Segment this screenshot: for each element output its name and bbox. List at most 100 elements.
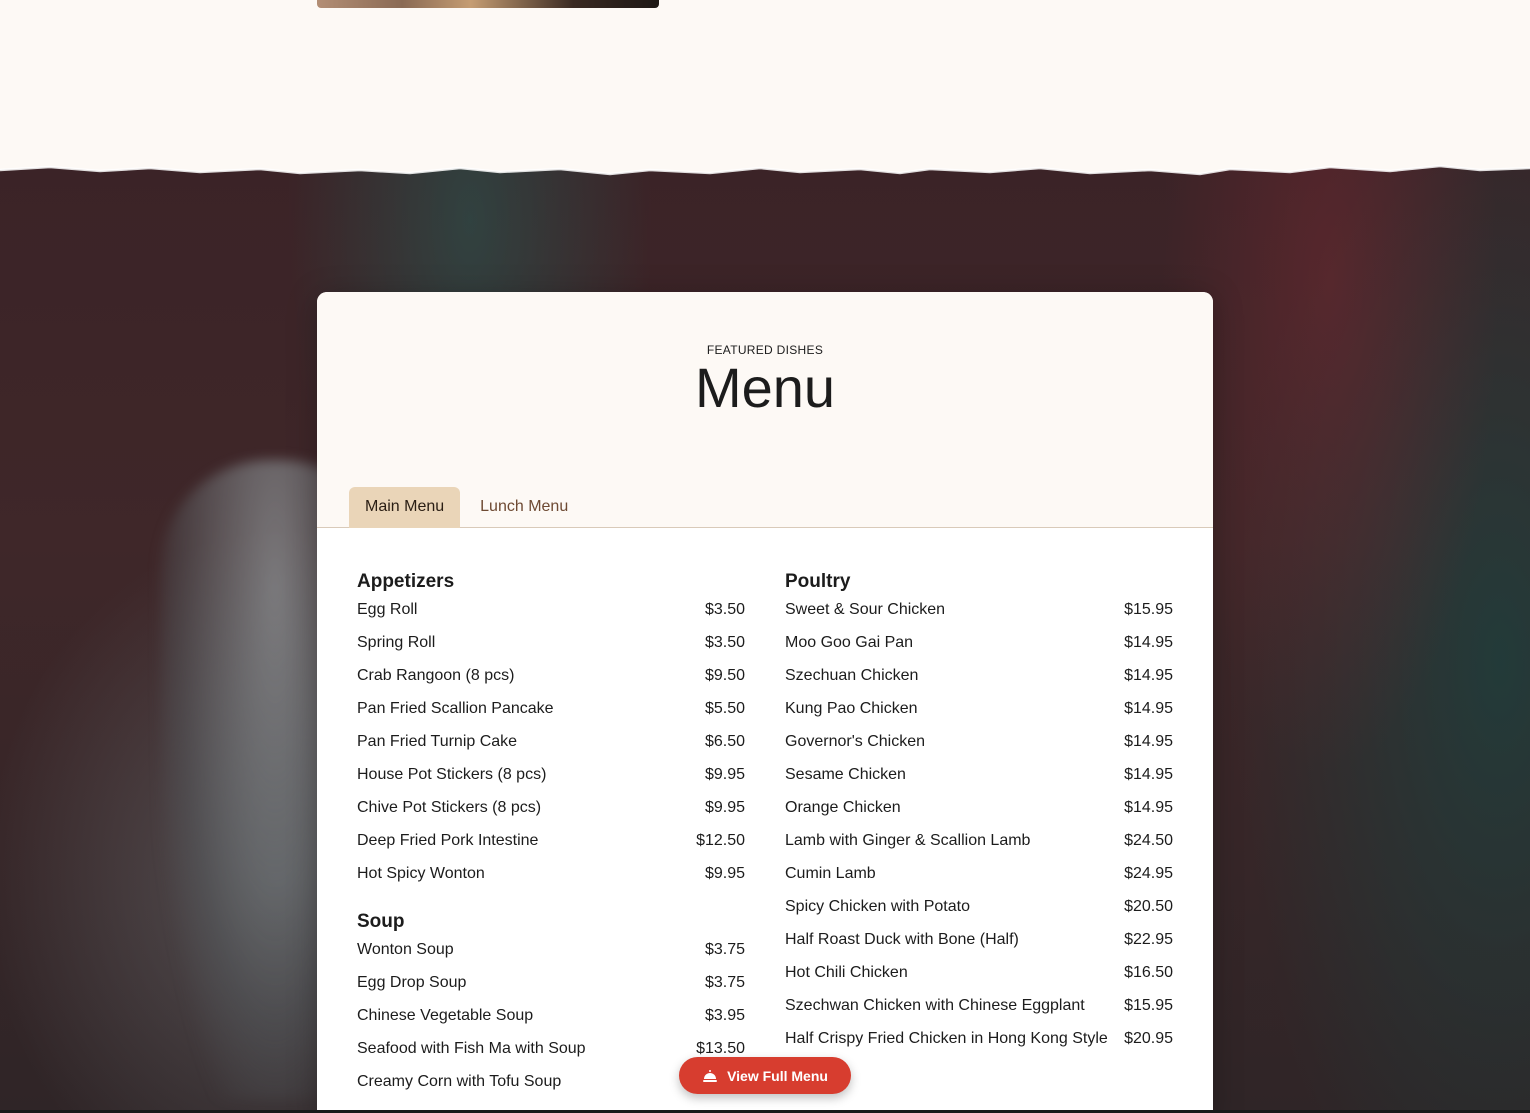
menu-item: House Pot Stickers (8 pcs) $9.95 [357,765,745,798]
menu-item-name: Orange Chicken [785,799,901,816]
menu-item-name: Governor's Chicken [785,733,925,750]
menu-item: Hot Spicy Wonton $9.95 [357,864,745,897]
menu-item-name: Chive Pot Stickers (8 pcs) [357,799,542,816]
menu-item-name: Hot Chili Chicken [785,964,908,981]
torn-paper-edge [0,160,1530,176]
food-photo [317,0,659,8]
menu-item: Hot Chili Chicken $16.50 [785,963,1173,996]
menu-item-price: $22.95 [1124,931,1173,948]
menu-item-price: $20.95 [1124,1030,1173,1047]
menu-item: Pan Fried Turnip Cake $6.50 [357,732,745,765]
menu-card-header: FEATURED DISHES Menu Main Menu Lunch Men… [317,292,1213,528]
menu-item-price: $14.95 [1124,700,1173,717]
menu-item-price: $3.75 [704,974,745,991]
menu-item-name: Deep Fried Pork Intestine [357,832,539,849]
menu-item-name: House Pot Stickers (8 pcs) [357,766,547,783]
menu-item: Egg Drop Soup $3.75 [357,973,745,1006]
menu-item-name: Hot Spicy Wonton [357,865,485,882]
menu-item-name: Chinese Vegetable Soup [357,1007,534,1024]
menu-item: Cumin Lamb $24.95 [785,864,1173,897]
menu-column-right: Poultry Sweet & Sour Chicken $15.95 Moo Goo… [785,570,1173,1113]
menu-tabs: Main Menu Lunch Menu [349,487,588,528]
menu-item-price: $9.95 [704,799,745,816]
menu-item: Crab Rangoon (8 pcs) $9.50 [357,666,745,699]
menu-item-name: Kung Pao Chicken [785,700,918,717]
menu-item-price: $16.50 [1124,964,1173,981]
menu-item-name: Creamy Corn with Tofu Soup [357,1073,562,1090]
menu-item-price: $14.95 [1124,667,1173,684]
tab-lunch-menu[interactable]: Lunch Menu [460,487,588,528]
section-eyebrow: FEATURED DISHES [706,343,824,357]
menu-item-name: Wonton Soup [357,941,454,958]
menu-item: Deep Fried Pork Intestine $12.50 [357,831,745,864]
menu-item-name: Szechuan Chicken [785,667,919,684]
category-title: Appetizers [357,571,455,592]
menu-item-price: $3.75 [704,941,745,958]
menu-item-price: $9.50 [704,667,745,684]
menu-item-price: $9.95 [704,865,745,882]
menu-card: FEATURED DISHES Menu Main Menu Lunch Men… [317,292,1213,1113]
menu-item-name: Crab Rangoon (8 pcs) [357,667,515,684]
menu-item: Sweet & Sour Chicken $15.95 [785,600,1173,633]
menu-item: Chinese Vegetable Soup $3.95 [357,1006,745,1039]
menu-item: Governor's Chicken $14.95 [785,732,1173,765]
menu-item-name: Egg Drop Soup [357,974,467,991]
top-section [0,0,1530,160]
menu-item: Chive Pot Stickers (8 pcs) $9.95 [357,798,745,831]
menu-item-price: $14.95 [1124,733,1173,750]
menu-item-price: $20.50 [1124,898,1173,915]
menu-item-name: Pan Fried Scallion Pancake [357,700,554,717]
menu-item-name: Sweet & Sour Chicken [785,601,946,618]
menu-item-price: $5.50 [704,700,745,717]
menu-item: Wonton Soup $3.75 [357,940,745,973]
menu-item-name: Half Roast Duck with Bone (Half) [785,931,1019,948]
menu-item: Half Roast Duck with Bone (Half) $22.95 [785,930,1173,963]
menu-item-price: $3.50 [704,634,745,651]
menu-item: Egg Roll $3.50 [357,600,745,633]
menu-item-name: Szechwan Chicken with Chinese Eggplant [785,997,1085,1014]
menu-item: Half Crispy Fried Chicken in Hong Kong S… [785,1029,1173,1062]
menu-item-name: Moo Goo Gai Pan [785,634,914,651]
menu-item-name: Seafood with Fish Ma with Soup [357,1040,586,1057]
menu-item-name: Sesame Chicken [785,766,906,783]
category-title: Soup [357,911,405,932]
menu-item-name: Spring Roll [357,634,436,651]
menu-item-price: $14.95 [1124,766,1173,783]
view-full-menu-label: View Full Menu [727,1067,828,1084]
menu-item-name: Spicy Chicken with Potato [785,898,970,915]
menu-column-left: Appetizers Egg Roll $3.50 Spring Roll $3.50 C… [357,570,745,1113]
menu-item-price: $9.95 [704,766,745,783]
menu-item-price: $24.95 [1124,865,1173,882]
menu-item: Moo Goo Gai Pan $14.95 [785,633,1173,666]
cloche-icon [702,1069,718,1083]
menu-item-price: $12.50 [696,832,745,849]
view-full-menu-button[interactable]: View Full Menu [679,1057,851,1094]
menu-item-price: $3.50 [704,601,745,618]
menu-item: Spicy Chicken with Potato $20.50 [785,897,1173,930]
menu-category: Appetizers Egg Roll $3.50 Spring Roll $3.50 C… [357,570,745,897]
menu-item-price: $14.95 [1124,634,1173,651]
menu-item-name: Pan Fried Turnip Cake [357,733,518,750]
menu-item: Spring Roll $3.50 [357,633,745,666]
menu-item-price: $15.95 [1124,997,1173,1014]
menu-item: Orange Chicken $14.95 [785,798,1173,831]
menu-item-name: Lamb with Ginger & Scallion Lamb [785,832,1031,849]
category-title: Poultry [785,571,851,592]
menu-category: Poultry Sweet & Sour Chicken $15.95 Moo Goo… [785,570,1173,1062]
menu-item: Szechuan Chicken $14.95 [785,666,1173,699]
menu-item-name: Cumin Lamb [785,865,876,882]
menu-item: Szechwan Chicken with Chinese Eggplant $1… [785,996,1173,1029]
section-title: Menu [694,356,836,419]
menu-item-name: Egg Roll [357,601,418,618]
menu-item: Kung Pao Chicken $14.95 [785,699,1173,732]
menu-item-price: $15.95 [1124,601,1173,618]
menu-item: Sesame Chicken $14.95 [785,765,1173,798]
tab-main-menu[interactable]: Main Menu [349,487,461,528]
menu-item-price: $14.95 [1124,799,1173,816]
menu-body: Appetizers Egg Roll $3.50 Spring Roll $3.50 C… [357,570,1173,1113]
menu-item: Lamb with Ginger & Scallion Lamb $24.50 [785,831,1173,864]
menu-item-price: $24.50 [1124,832,1173,849]
menu-item-price: $3.95 [704,1007,745,1024]
menu-item-price: $6.50 [704,733,745,750]
menu-item: Pan Fried Scallion Pancake $5.50 [357,699,745,732]
